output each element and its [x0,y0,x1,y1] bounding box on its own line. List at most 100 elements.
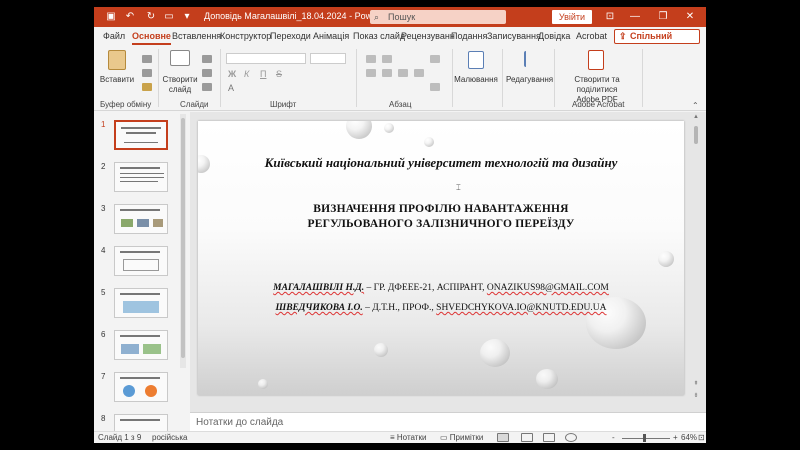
thumbnail-scrollbar[interactable] [180,114,186,368]
slide-thumbnail[interactable] [114,204,168,234]
customize-qat-icon[interactable]: ▾ [180,10,194,24]
ribbon-display-icon[interactable]: ⊡ [600,9,620,25]
save-icon[interactable]: ▣ [104,10,118,24]
close-icon[interactable]: ✕ [680,9,700,25]
layout-icon[interactable] [202,55,212,63]
bold-button[interactable]: Ж [228,69,236,79]
italic-button[interactable]: К [244,69,249,79]
adobe-pdf-icon[interactable] [588,50,604,70]
drawing-icon[interactable] [468,51,484,69]
notes-icon: ≡ [390,433,395,442]
format-painter-icon[interactable] [142,83,152,91]
tab-insert[interactable]: Вставлення [172,31,221,45]
tab-animations[interactable]: Анімація [313,31,349,45]
ribbon-separator [502,49,503,107]
sign-in-button[interactable]: Увійти [552,10,592,24]
slide-sorter-button[interactable] [521,433,533,442]
tab-file[interactable]: Файл [103,31,125,45]
tab-help[interactable]: Довідка [538,31,570,45]
new-slide-icon[interactable] [170,50,190,66]
reading-view-button[interactable] [543,433,555,442]
group-font-label: Шрифт [270,100,297,109]
tab-review[interactable]: Рецензуванн [401,31,455,45]
ribbon-separator [220,49,221,107]
zoom-level[interactable]: 64% [681,433,697,442]
reset-icon[interactable] [202,69,212,77]
zoom-slider[interactable] [622,438,670,439]
normal-view-button[interactable] [497,433,509,442]
slide-scrollbar[interactable]: ▲ ⇞ ⇟ [692,114,700,404]
group-clipboard-label: Буфер обміну [100,100,152,109]
drawing-button[interactable]: Малювання [454,75,498,85]
notes-toggle-label: Нотатки [396,433,427,442]
language-indicator[interactable]: російська [152,433,187,442]
tab-view[interactable]: Подання [451,31,487,45]
undo-icon[interactable]: ↶ [123,10,137,24]
thumbnail-number: 5 [101,288,106,297]
tab-transitions[interactable]: Переходи [270,31,311,45]
present-icon[interactable]: ▭ [162,10,176,24]
next-slide-icon[interactable]: ⇟ [692,392,700,399]
thumbnail-line [120,209,160,211]
slide-thumbnail[interactable] [114,372,168,402]
tab-slide-show[interactable]: Показ слайд [353,31,405,45]
thumbnail-number: 7 [101,372,106,381]
align-center-icon[interactable] [382,69,392,77]
font-size-combo[interactable] [310,53,346,64]
comments-toggle[interactable]: ▭ Примітки [440,433,483,442]
bullets-icon[interactable] [366,55,376,63]
editing-button[interactable]: Редагування [506,75,553,85]
water-drop [258,379,268,389]
ribbon-separator [452,49,453,107]
search-box[interactable]: ⌕ Пошук [370,10,506,24]
slide-thumbnail[interactable] [114,288,168,318]
numbering-icon[interactable] [382,55,392,63]
scroll-up-icon[interactable]: ▲ [692,114,700,120]
align-left-icon[interactable] [366,69,376,77]
new-slide-button[interactable]: Створити слайд [160,75,200,95]
section-icon[interactable] [202,83,212,91]
restore-icon[interactable]: ❐ [653,9,673,25]
align-right-icon[interactable] [398,69,408,77]
strikethrough-button[interactable]: S [276,69,282,79]
share-button[interactable]: ⇪ Спільний доступ [614,29,700,54]
slide-canvas[interactable]: Київський національний університет техно… [198,121,684,395]
scrollbar-thumb[interactable] [181,118,185,358]
tab-acrobat[interactable]: Acrobat [576,31,607,45]
underline-button[interactable]: П [260,69,266,79]
font-name-combo[interactable] [226,53,306,64]
previous-slide-icon[interactable]: ⇞ [692,380,700,387]
thumbnail-picture [123,301,159,313]
thumbnail-line [120,173,164,174]
fit-to-window-icon[interactable]: ⊡ [698,433,705,442]
thumbnail-number: 8 [101,414,106,423]
minimize-icon[interactable]: — [625,9,645,25]
editing-icon[interactable] [524,51,536,67]
tab-recording[interactable]: Записування [487,31,541,45]
cut-icon[interactable] [142,55,152,63]
paste-button[interactable]: Вставити [96,75,138,85]
notes-pane[interactable]: Нотатки до слайда [190,412,706,431]
slide-thumbnail[interactable] [114,246,168,276]
redo-icon[interactable]: ↻ [144,10,158,24]
tab-home[interactable]: Основне [132,31,171,45]
slide-thumbnail[interactable] [114,120,168,150]
collapse-ribbon-icon[interactable]: ⌃ [692,101,699,110]
copy-icon[interactable] [142,69,152,77]
notes-toggle[interactable]: ≡ Нотатки [390,433,426,442]
slide-thumbnail[interactable] [114,330,168,360]
smartart-icon[interactable] [430,83,440,91]
scrollbar-thumb[interactable] [694,126,698,144]
slide-thumbnail[interactable] [114,162,168,192]
paste-icon[interactable] [108,50,126,70]
search-placeholder: Пошук [388,12,416,22]
justify-icon[interactable] [414,69,424,77]
tab-design[interactable]: Конструктор [220,31,271,45]
zoom-slider-handle[interactable] [643,434,646,442]
zoom-out-button[interactable]: - [612,433,615,442]
slide-editing-area: Київський національний університет техно… [190,112,706,412]
text-direction-icon[interactable] [430,55,440,63]
slide-show-button[interactable] [565,433,577,442]
font-color-button[interactable]: A [228,83,234,93]
zoom-in-button[interactable]: + [673,433,678,442]
